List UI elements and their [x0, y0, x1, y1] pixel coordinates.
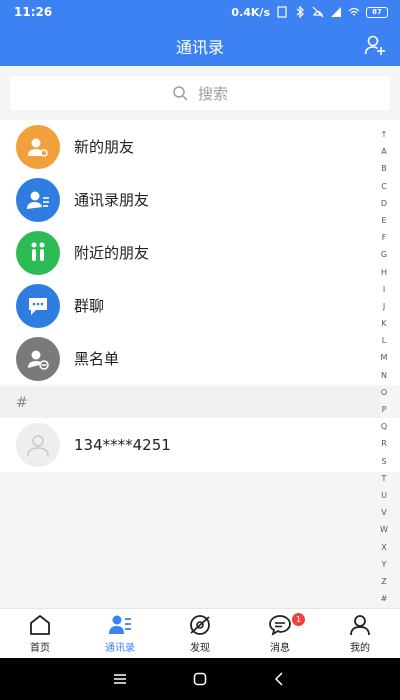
index-letter[interactable]: S: [381, 453, 386, 470]
index-letter[interactable]: P: [382, 401, 387, 418]
status-time: 11:26: [14, 5, 53, 19]
index-letter[interactable]: B: [381, 160, 387, 177]
index-letter[interactable]: G: [381, 246, 387, 263]
index-letter[interactable]: R: [381, 435, 387, 452]
index-letter[interactable]: X: [381, 539, 386, 556]
home-nav-icon[interactable]: [192, 671, 208, 687]
nearby-friends-label: 附近的朋友: [74, 244, 150, 262]
search-icon: [173, 86, 188, 101]
index-letter[interactable]: Z: [381, 573, 386, 590]
status-bar: 11:26 0.4K/s 87: [0, 0, 400, 24]
index-letter[interactable]: K: [381, 315, 386, 332]
index-letter[interactable]: #: [381, 590, 388, 607]
index-letter[interactable]: ↑: [381, 126, 388, 143]
group-chat-item[interactable]: 群聊: [0, 279, 400, 332]
unread-badge: 1: [292, 613, 305, 626]
index-letter[interactable]: F: [382, 229, 387, 246]
tab-contacts-label: 通讯录: [105, 643, 135, 654]
group-chat-icon: [16, 283, 60, 328]
tab-me-label: 我的: [350, 643, 370, 654]
index-letter[interactable]: E: [381, 212, 386, 229]
contacts-friends-label: 通讯录朋友: [74, 191, 150, 209]
avatar: [16, 423, 60, 467]
index-letter[interactable]: N: [381, 367, 387, 384]
blacklist-item[interactable]: 黑名单: [0, 332, 400, 385]
index-letter[interactable]: O: [381, 384, 387, 401]
new-friends-label: 新的朋友: [74, 138, 135, 156]
tab-home[interactable]: 首页: [0, 609, 80, 658]
new-friend-icon: [16, 124, 60, 169]
search-placeholder: 搜索: [197, 84, 228, 103]
network-speed: 0.4K/s: [231, 5, 270, 19]
index-letter[interactable]: U: [381, 487, 387, 504]
index-letter[interactable]: Q: [381, 418, 387, 435]
index-letter[interactable]: I: [383, 281, 385, 298]
index-letter[interactable]: T: [382, 470, 387, 487]
tab-discover-label: 发现: [190, 643, 210, 654]
menu-icon[interactable]: [112, 671, 128, 687]
contact-row[interactable]: 134****4251: [0, 418, 400, 472]
profile-icon: [350, 615, 370, 636]
search-area: 搜索: [0, 66, 400, 118]
mute-icon: [312, 6, 324, 18]
new-friends-item[interactable]: 新的朋友: [0, 120, 400, 173]
sim-icon: [277, 6, 287, 18]
tab-me[interactable]: 我的: [320, 609, 400, 658]
tab-discover[interactable]: 发现: [160, 609, 240, 658]
signal-icon: [331, 7, 341, 17]
index-letter[interactable]: M: [381, 349, 388, 366]
back-icon[interactable]: [272, 671, 288, 687]
system-nav-bar: [0, 658, 400, 700]
contacts-friends-item[interactable]: 通讯录朋友: [0, 173, 400, 226]
tab-messages[interactable]: 消息 1: [240, 609, 320, 658]
index-letter[interactable]: V: [381, 504, 386, 521]
bottom-tab-bar: 首页 通讯录 发现 消息 1 我的: [0, 608, 400, 658]
index-letter[interactable]: L: [382, 332, 386, 349]
section-header: #: [0, 388, 380, 418]
nearby-icon: [16, 230, 60, 275]
contacts-icon: [109, 615, 131, 634]
discover-icon: [190, 615, 210, 635]
app-header: 11:26 0.4K/s 87 通讯录: [0, 0, 400, 66]
index-letter[interactable]: H: [381, 264, 387, 281]
wifi-icon: [348, 7, 360, 16]
battery-icon: 87: [366, 6, 388, 18]
bluetooth-icon: [296, 6, 304, 18]
nearby-friends-item[interactable]: 附近的朋友: [0, 226, 400, 279]
index-letter[interactable]: D: [381, 195, 387, 212]
blacklist-icon: [16, 336, 60, 381]
tab-contacts[interactable]: 通讯录: [80, 609, 160, 658]
blacklist-label: 黑名单: [74, 350, 120, 368]
index-letter[interactable]: J: [383, 298, 385, 315]
home-icon: [30, 615, 50, 635]
contact-name: 134****4251: [74, 436, 171, 454]
function-list: 新的朋友 通讯录朋友 附近的朋友 群聊 黑名单: [0, 120, 400, 385]
index-letter[interactable]: W: [380, 521, 388, 538]
search-input[interactable]: 搜索: [10, 76, 390, 110]
group-chat-label: 群聊: [74, 297, 105, 315]
tab-messages-label: 消息: [270, 643, 290, 654]
index-letter[interactable]: C: [381, 178, 387, 195]
contacts-friend-icon: [16, 177, 60, 222]
page-title: 通讯录: [175, 38, 224, 57]
add-contact-icon[interactable]: [364, 34, 386, 56]
index-letter[interactable]: Y: [382, 556, 387, 573]
message-icon: [269, 615, 291, 636]
alphabet-index-bar[interactable]: ↑ A B C D E F G H I J K L M N O P Q R S T U V W X Y Z #: [378, 126, 390, 607]
tab-home-label: 首页: [30, 643, 50, 654]
index-letter[interactable]: A: [381, 143, 386, 160]
